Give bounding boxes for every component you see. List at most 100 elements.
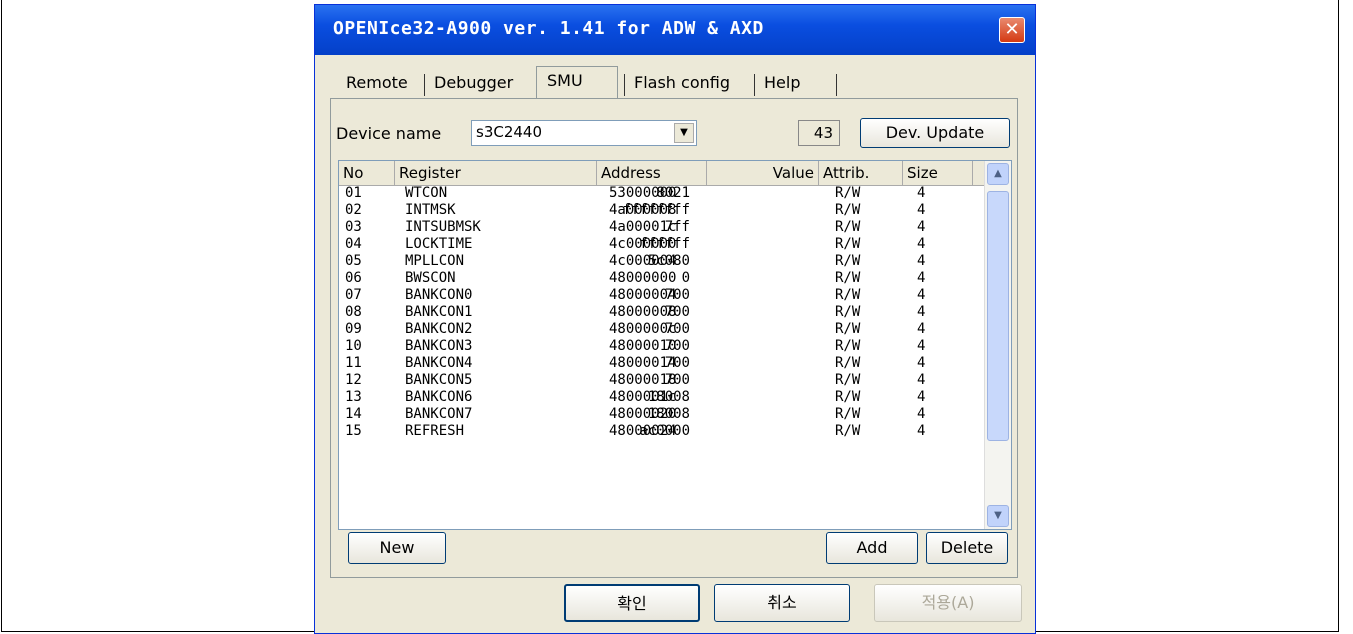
- cell-size: 4: [917, 321, 926, 337]
- table-row[interactable]: 11 BANKCON4 48000014 700 R/W 4: [339, 355, 985, 372]
- cell-value: 18008: [647, 389, 690, 405]
- table-row[interactable]: 09 BANKCON2 4800000c 700 R/W 4: [339, 321, 985, 338]
- cell-value: 700: [664, 372, 690, 388]
- device-name-label: Device name: [336, 124, 442, 143]
- cell-size: 4: [917, 202, 926, 218]
- table-row[interactable]: 01 WTCON 53000000 8021 R/W 4: [339, 185, 985, 202]
- cell-register: BANKCON0: [405, 287, 473, 303]
- cell-register: BANKCON4: [405, 355, 473, 371]
- cell-no: 10: [345, 338, 362, 354]
- table-row[interactable]: 14 BANKCON7 48000020 18008 R/W 4: [339, 406, 985, 423]
- cell-attrib: R/W: [835, 185, 861, 201]
- header-attrib[interactable]: Attrib.: [819, 161, 903, 185]
- cell-register: BANKCON7: [405, 406, 473, 422]
- cell-register: WTCON: [405, 185, 448, 201]
- cell-attrib: R/W: [835, 321, 861, 337]
- scroll-up-icon[interactable]: ▲: [987, 163, 1009, 185]
- cell-size: 4: [917, 304, 926, 320]
- table-body: 01 WTCON 53000000 8021 R/W 4 02 INTMSK 4a000008 f…: [339, 185, 985, 529]
- cell-register: MPLLCON: [405, 253, 465, 269]
- cell-size: 4: [917, 236, 926, 252]
- cell-no: 11: [345, 355, 362, 371]
- cell-value: 700: [664, 287, 690, 303]
- cancel-button[interactable]: 취소: [714, 584, 850, 622]
- window-title: OPENIce32-A900 ver. 1.41 for ADW & AXD: [333, 18, 764, 39]
- table-row[interactable]: 15 REFRESH 48000024 ac0000 R/W 4: [339, 423, 985, 440]
- header-value[interactable]: Value: [707, 161, 819, 185]
- table-row[interactable]: 13 BANKCON6 4800001c 18008 R/W 4: [339, 389, 985, 406]
- chevron-down-icon[interactable]: ▼: [674, 123, 694, 143]
- cell-register: BANKCON1: [405, 304, 473, 320]
- cell-size: 4: [917, 287, 926, 303]
- cell-no: 08: [345, 304, 362, 320]
- header-size[interactable]: Size: [903, 161, 973, 185]
- table-row[interactable]: 06 BWSCON 48000000 0 R/W 4: [339, 270, 985, 287]
- tab-help[interactable]: Help: [764, 70, 800, 96]
- delete-button[interactable]: Delete: [926, 532, 1008, 564]
- cell-no: 14: [345, 406, 362, 422]
- cell-value: 700: [664, 338, 690, 354]
- title-bar[interactable]: OPENIce32-A900 ver. 1.41 for ADW & AXD ✕: [315, 5, 1035, 55]
- cell-attrib: R/W: [835, 287, 861, 303]
- cell-register: INTMSK: [405, 202, 456, 218]
- cell-register: BANKCON6: [405, 389, 473, 405]
- tab-separator: [754, 74, 755, 96]
- new-button[interactable]: New: [348, 532, 446, 564]
- cell-size: 4: [917, 406, 926, 422]
- apply-button[interactable]: 적용(A): [874, 584, 1022, 622]
- cell-size: 4: [917, 338, 926, 354]
- cell-attrib: R/W: [835, 389, 861, 405]
- close-button[interactable]: ✕: [999, 17, 1025, 43]
- table-row[interactable]: 04 LOCKTIME 4c000000 ffffff R/W 4: [339, 236, 985, 253]
- cell-no: 13: [345, 389, 362, 405]
- cell-attrib: R/W: [835, 372, 861, 388]
- table-row[interactable]: 05 MPLLCON 4c000004 5c080 R/W 4: [339, 253, 985, 270]
- header-register[interactable]: Register: [395, 161, 597, 185]
- scroll-thumb[interactable]: [987, 191, 1009, 441]
- cell-value: 700: [664, 355, 690, 371]
- cell-no: 07: [345, 287, 362, 303]
- cell-size: 4: [917, 423, 926, 439]
- cell-attrib: R/W: [835, 423, 861, 439]
- cell-no: 03: [345, 219, 362, 235]
- device-name-combo[interactable]: s3C2440 ▼: [471, 120, 697, 146]
- header-no[interactable]: No: [339, 161, 395, 185]
- table-row[interactable]: 10 BANKCON3 48000010 700 R/W 4: [339, 338, 985, 355]
- vertical-scrollbar[interactable]: ▲ ▼: [984, 161, 1011, 529]
- cell-no: 12: [345, 372, 362, 388]
- cell-no: 04: [345, 236, 362, 252]
- cell-value: 7ff: [664, 219, 690, 235]
- cell-value: 18008: [647, 406, 690, 422]
- cell-register: REFRESH: [405, 423, 465, 439]
- scroll-down-icon[interactable]: ▼: [987, 505, 1009, 527]
- cell-size: 4: [917, 185, 926, 201]
- cell-attrib: R/W: [835, 355, 861, 371]
- table-row[interactable]: 12 BANKCON5 48000018 700 R/W 4: [339, 372, 985, 389]
- tab-smu[interactable]: SMU: [536, 66, 618, 98]
- cell-size: 4: [917, 270, 926, 286]
- tab-separator: [836, 74, 837, 96]
- table-row[interactable]: 08 BANKCON1 48000008 700 R/W 4: [339, 304, 985, 321]
- cell-no: 01: [345, 185, 362, 201]
- cell-no: 05: [345, 253, 362, 269]
- cell-address: 48000000: [609, 270, 677, 286]
- table-row[interactable]: 02 INTMSK 4a000008 ffffffff R/W 4: [339, 202, 985, 219]
- tab-flash-config[interactable]: Flash config: [634, 70, 730, 96]
- register-table[interactable]: No Register Address Value Attrib. Size 0…: [338, 160, 1012, 530]
- tab-remote[interactable]: Remote: [346, 70, 408, 96]
- cell-attrib: R/W: [835, 253, 861, 269]
- cell-value: 700: [664, 321, 690, 337]
- tab-debugger[interactable]: Debugger: [434, 70, 513, 96]
- ok-button[interactable]: 확인: [564, 584, 700, 622]
- register-count: 43: [798, 120, 840, 146]
- cell-size: 4: [917, 355, 926, 371]
- add-button[interactable]: Add: [826, 532, 918, 564]
- cell-size: 4: [917, 219, 926, 235]
- table-row[interactable]: 07 BANKCON0 48000004 700 R/W 4: [339, 287, 985, 304]
- cell-register: BANKCON5: [405, 372, 473, 388]
- dev-update-button[interactable]: Dev. Update: [860, 118, 1010, 148]
- table-row[interactable]: 03 INTSUBMSK 4a00001c 7ff R/W 4: [339, 219, 985, 236]
- header-address[interactable]: Address: [597, 161, 707, 185]
- cell-attrib: R/W: [835, 406, 861, 422]
- device-name-value: s3C2440: [476, 123, 543, 141]
